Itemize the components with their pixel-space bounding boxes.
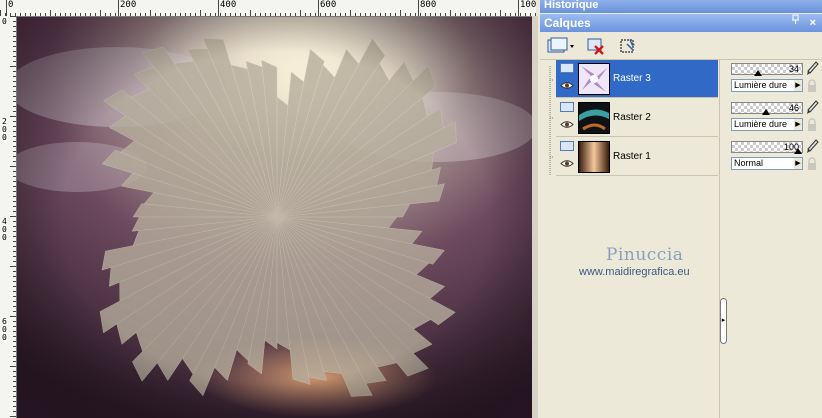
layer-name: Raster 3 xyxy=(613,73,651,84)
ruler-label: 800 xyxy=(420,0,437,10)
opacity-slider[interactable]: 100 xyxy=(731,141,803,154)
brush-edit-icon[interactable] xyxy=(805,61,819,77)
layer-type-icon xyxy=(560,141,574,151)
layer-row-raster-2[interactable]: Raster 2 xyxy=(556,99,718,137)
opacity-value: 46 xyxy=(788,103,799,113)
blend-mode-value: Lumière dure xyxy=(734,80,788,90)
blend-mode-select[interactable]: Normal ▶ xyxy=(731,157,803,170)
dropdown-arrow-icon[interactable]: ▶ xyxy=(794,80,802,91)
layer-type-icon xyxy=(560,63,574,73)
ruler-label: 600 xyxy=(320,0,337,10)
ruler-label: 400 xyxy=(2,217,7,242)
calques-panel-titlebar[interactable]: Calques × xyxy=(540,14,822,32)
layer-name: Raster 2 xyxy=(613,112,651,123)
historique-title: Historique xyxy=(544,0,599,11)
layer-row-raster-3[interactable]: Raster 3 xyxy=(556,60,718,98)
layer-name: Raster 1 xyxy=(613,151,651,162)
pin-icon[interactable] xyxy=(791,14,800,32)
layer-type-icon xyxy=(560,102,574,112)
layers-toolbar xyxy=(540,33,822,60)
blend-mode-select[interactable]: Lumière dure ▶ xyxy=(731,118,803,131)
eye-icon[interactable] xyxy=(560,159,574,168)
layer-props-raster-2: 46 Lumière dure ▶ xyxy=(729,99,822,137)
eye-icon[interactable] xyxy=(560,81,574,90)
ruler-label: 0 xyxy=(2,17,7,26)
layer-thumbnail xyxy=(578,141,610,173)
horizontal-ruler: 0 200 400 600 800 100 xyxy=(0,0,536,17)
layer-thumbnail xyxy=(578,102,610,134)
canvas-image xyxy=(17,17,534,418)
lock-icon[interactable] xyxy=(805,157,819,171)
layer-props-raster-1: 100 Normal ▶ xyxy=(729,138,822,176)
selection-mask-icon[interactable] xyxy=(618,36,638,56)
image-canvas[interactable] xyxy=(17,17,534,418)
layer-tree-connector xyxy=(549,66,554,176)
brush-edit-icon[interactable] xyxy=(805,139,819,155)
ruler-label: 600 xyxy=(2,317,7,342)
splitter-handle[interactable]: ▸ xyxy=(720,298,727,344)
new-raster-layer-icon[interactable] xyxy=(546,36,576,56)
watermark-url: www.maidiregrafica.eu xyxy=(579,266,690,278)
opacity-value: 100 xyxy=(783,142,799,152)
dropdown-arrow-icon[interactable]: ▶ xyxy=(794,158,802,169)
opacity-slider[interactable]: 46 xyxy=(731,102,803,115)
ruler-label: 200 xyxy=(120,0,137,10)
delete-layer-icon[interactable] xyxy=(586,36,606,56)
canvas-scroll-edge xyxy=(532,16,538,418)
blend-mode-value: Lumière dure xyxy=(734,119,788,129)
watermark-title: Pinuccia xyxy=(606,245,684,265)
ruler-label: 200 xyxy=(2,117,7,142)
brush-edit-icon[interactable] xyxy=(805,100,819,116)
opacity-value: 34 xyxy=(788,64,799,74)
layer-list: Raster 3 Raster 2 Raster 1 xyxy=(556,60,718,418)
opacity-slider[interactable]: 34 xyxy=(731,63,803,76)
layer-props-raster-3: 34 Lumière dure ▶ xyxy=(729,60,822,98)
eye-icon[interactable] xyxy=(560,120,574,129)
opacity-slider-handle[interactable] xyxy=(761,109,770,115)
opacity-slider-handle[interactable] xyxy=(754,70,763,76)
vertical-ruler: 0 200 400 600 xyxy=(0,16,17,418)
ruler-label: 0 xyxy=(8,0,14,10)
layer-thumbnail xyxy=(578,63,610,95)
ruler-label: 100 xyxy=(520,0,536,10)
panel-splitter[interactable] xyxy=(719,60,729,418)
blend-mode-select[interactable]: Lumière dure ▶ xyxy=(731,79,803,92)
blend-mode-value: Normal xyxy=(734,158,764,168)
lock-icon[interactable] xyxy=(805,118,819,132)
ruler-label: 400 xyxy=(220,0,237,10)
layer-row-raster-1[interactable]: Raster 1 xyxy=(556,138,718,176)
layer-properties: 34 Lumière dure ▶ 46 Lumière dure ▶ 100 … xyxy=(729,60,822,418)
calques-title: Calques xyxy=(544,16,591,30)
close-icon[interactable]: × xyxy=(810,14,816,32)
historique-panel-titlebar[interactable]: Historique xyxy=(540,0,822,13)
dropdown-arrow-icon[interactable]: ▶ xyxy=(794,119,802,130)
lock-icon[interactable] xyxy=(805,79,819,93)
